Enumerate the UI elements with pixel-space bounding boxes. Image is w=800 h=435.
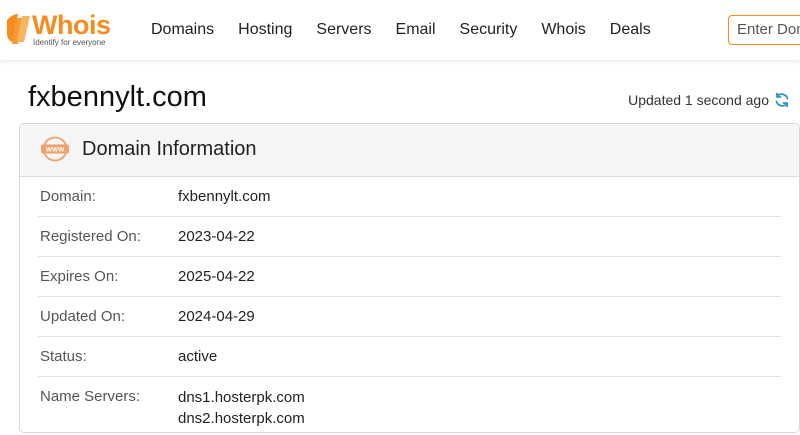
update-status: Updated 1 second ago xyxy=(628,92,790,108)
name-server-1: dns1.hosterpk.com xyxy=(178,389,305,406)
row-label: Name Servers: xyxy=(40,388,141,405)
row-value: 2023-04-22 xyxy=(178,228,255,245)
navbar: Whois Identify for everyone Domains Host… xyxy=(0,0,800,60)
updated-text: Updated 1 second ago xyxy=(628,92,769,108)
row-value: dns1.hosterpk.com dns2.hosterpk.com xyxy=(178,387,305,429)
row-label: Updated On: xyxy=(40,308,126,325)
row-value: 2024-04-29 xyxy=(178,308,255,325)
info-row-registered-on: Registered On: 2023-04-22 xyxy=(38,217,781,257)
site-logo[interactable]: Whois Identify for everyone xyxy=(2,8,127,50)
row-value: active xyxy=(178,348,218,365)
domain-information-card: WWW Domain Information Domain: fxbennylt… xyxy=(19,123,800,433)
domain-info-table: Domain: fxbennylt.com Registered On: 202… xyxy=(20,177,799,432)
info-row-status: Status: active xyxy=(38,337,781,377)
row-label: Registered On: xyxy=(40,228,141,245)
info-row-updated-on: Updated On: 2024-04-29 xyxy=(38,297,781,337)
row-label: Expires On: xyxy=(40,268,119,285)
domain-search-box xyxy=(728,15,800,45)
nav-hosting[interactable]: Hosting xyxy=(238,20,292,40)
name-server-2: dns2.hosterpk.com xyxy=(178,410,305,427)
svg-text:WWW: WWW xyxy=(46,147,65,154)
info-row-expires-on: Expires On: 2025-04-22 xyxy=(38,257,781,297)
refresh-icon[interactable] xyxy=(774,92,790,108)
nav-servers[interactable]: Servers xyxy=(316,20,371,40)
page-title: fxbennylt.com xyxy=(28,81,207,113)
row-label: Status: xyxy=(40,348,87,365)
main-nav: Domains Hosting Servers Email Security W… xyxy=(151,20,675,40)
row-label: Domain: xyxy=(40,188,96,205)
card-title: Domain Information xyxy=(82,138,257,160)
info-row-name-servers: Name Servers: dns1.hosterpk.com dns2.hos… xyxy=(38,377,781,432)
info-row-domain: Domain: fxbennylt.com xyxy=(38,177,781,217)
row-value: fxbennylt.com xyxy=(178,188,271,205)
logo-text: Whois xyxy=(32,10,111,40)
nav-domains[interactable]: Domains xyxy=(151,20,214,40)
nav-whois[interactable]: Whois xyxy=(541,20,585,40)
domain-search-input[interactable] xyxy=(729,16,800,43)
row-value: 2025-04-22 xyxy=(178,268,255,285)
www-icon: WWW xyxy=(41,136,69,162)
card-header: WWW Domain Information xyxy=(20,124,799,177)
nav-deals[interactable]: Deals xyxy=(610,20,651,40)
nav-security[interactable]: Security xyxy=(460,20,518,40)
logo-tagline: Identify for everyone xyxy=(33,38,106,47)
nav-email[interactable]: Email xyxy=(396,20,436,40)
